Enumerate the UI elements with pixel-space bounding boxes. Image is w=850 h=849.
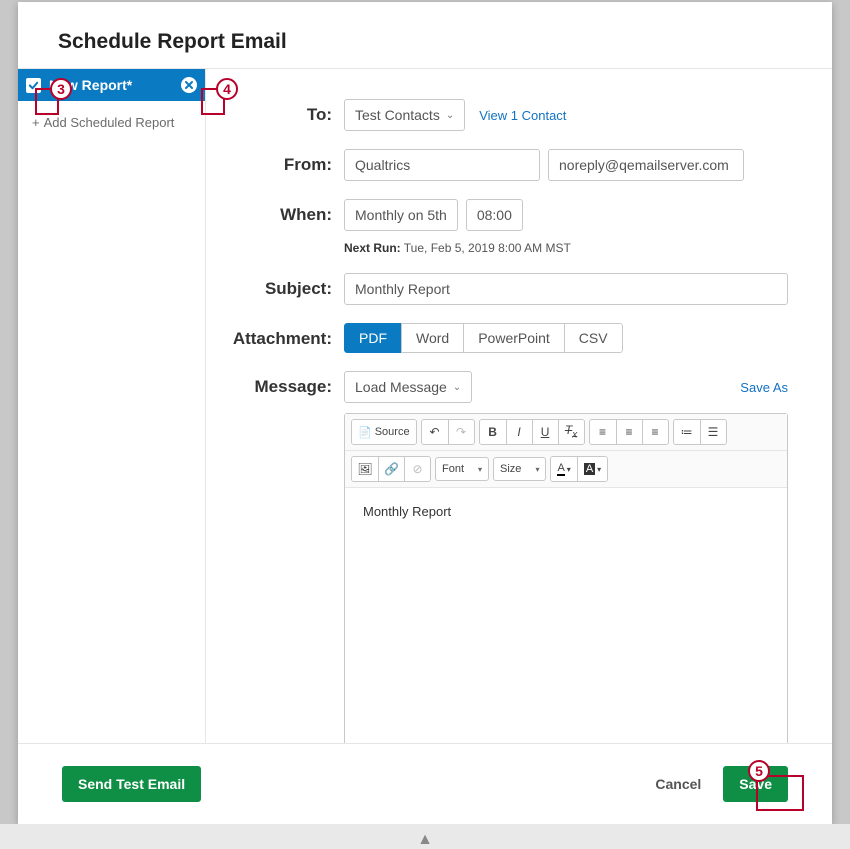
cancel-button[interactable]: Cancel — [639, 766, 717, 802]
close-icon[interactable] — [181, 77, 197, 93]
row-subject: Subject: — [226, 273, 788, 305]
chevron-down-icon: ⌄ — [453, 382, 461, 393]
background-strip: ▲ — [0, 824, 850, 849]
label-message: Message: — [226, 371, 344, 743]
undo-button[interactable]: ↶ — [422, 420, 448, 444]
row-attachment: Attachment: PDF Word PowerPoint CSV — [226, 323, 788, 353]
dialog-body: New Report* + Add Scheduled Report To: Te… — [18, 69, 832, 743]
numbered-list-icon: ≔ — [681, 425, 693, 439]
attachment-powerpoint[interactable]: PowerPoint — [463, 323, 565, 353]
chevron-down-icon: ⌄ — [446, 110, 454, 121]
to-select-value: Test Contacts — [355, 107, 440, 123]
underline-icon: U — [541, 425, 550, 439]
align-left-button[interactable]: ≡ — [590, 420, 616, 444]
label-subject: Subject: — [226, 273, 344, 305]
editor-toolbar-row2: 🖼 🔗 ⊘ Font ▾ Size ▾ — [345, 451, 787, 488]
save-button[interactable]: Save — [723, 766, 788, 802]
from-email-input[interactable] — [548, 149, 744, 181]
source-label: Source — [375, 426, 410, 438]
save-as-link[interactable]: Save As — [740, 380, 788, 395]
row-message: Message: Load Message ⌄ Save As — [226, 371, 788, 743]
link-button[interactable]: 🔗 — [378, 457, 404, 481]
plus-icon: + — [32, 115, 40, 130]
link-icon: 🔗 — [384, 462, 399, 476]
form-area: To: Test Contacts ⌄ View 1 Contact From: — [206, 69, 832, 743]
sidebar: New Report* + Add Scheduled Report — [18, 69, 206, 743]
attachment-pill-group: PDF Word PowerPoint CSV — [344, 323, 623, 353]
bg-color-icon: A — [584, 463, 595, 475]
row-to: To: Test Contacts ⌄ View 1 Contact — [226, 99, 788, 131]
bold-icon: B — [488, 425, 497, 439]
when-frequency-value: Monthly on 5th — [355, 207, 447, 223]
attachment-csv[interactable]: CSV — [564, 323, 623, 353]
chevron-down-icon: ▾ — [535, 465, 539, 474]
view-contacts-link[interactable]: View 1 Contact — [479, 108, 566, 123]
italic-button[interactable]: I — [506, 420, 532, 444]
text-color-icon: A — [557, 462, 564, 476]
modal-dialog: Schedule Report Email New Report* + Add S… — [18, 2, 832, 824]
align-right-button[interactable]: ≡ — [642, 420, 668, 444]
text-color-button[interactable]: A▾ — [551, 457, 576, 481]
add-scheduled-report-button[interactable]: + Add Scheduled Report — [18, 101, 205, 140]
bold-button[interactable]: B — [480, 420, 506, 444]
attachment-word[interactable]: Word — [401, 323, 464, 353]
italic-icon: I — [517, 425, 520, 439]
when-frequency-select[interactable]: Monthly on 5th — [344, 199, 458, 231]
load-message-select[interactable]: Load Message ⌄ — [344, 371, 472, 403]
align-center-button[interactable]: ≡ — [616, 420, 642, 444]
unlink-icon: ⊘ — [412, 462, 422, 476]
label-when: When: — [226, 199, 344, 255]
row-when: When: Monthly on 5th 08:00 Next Run: Tue… — [226, 199, 788, 255]
image-icon: 🖼 — [357, 462, 372, 476]
underline-button[interactable]: U — [532, 420, 558, 444]
report-tab-label: New Report* — [49, 77, 181, 93]
report-tab[interactable]: New Report* — [18, 69, 205, 101]
attachment-pdf[interactable]: PDF — [344, 323, 402, 353]
send-test-email-button[interactable]: Send Test Email — [62, 766, 201, 802]
bullet-list-icon: ☰ — [708, 425, 719, 439]
next-run-value: Tue, Feb 5, 2019 8:00 AM MST — [404, 241, 571, 255]
editor-textarea[interactable]: Monthly Report — [345, 488, 787, 743]
to-select[interactable]: Test Contacts ⌄ — [344, 99, 465, 131]
bullet-list-button[interactable]: ☰ — [700, 420, 726, 444]
source-icon: 📄 — [358, 426, 372, 439]
load-message-label: Load Message — [355, 379, 447, 395]
bg-color-button[interactable]: A▾ — [577, 457, 607, 481]
row-from: From: — [226, 149, 788, 181]
label-from: From: — [226, 149, 344, 181]
subject-input[interactable] — [344, 273, 788, 305]
dialog-title: Schedule Report Email — [18, 2, 832, 68]
align-center-icon: ≡ — [626, 425, 633, 439]
label-attachment: Attachment: — [226, 323, 344, 353]
when-time-value: 08:00 — [477, 207, 512, 223]
editor-toolbar-row1: 📄 Source ↶ ↷ B I U — [345, 414, 787, 451]
align-left-icon: ≡ — [599, 425, 606, 439]
size-select[interactable]: Size ▾ — [493, 457, 546, 481]
warning-icon: ▲ — [417, 831, 433, 849]
next-run-label: Next Run: — [344, 241, 401, 255]
align-right-icon: ≡ — [652, 425, 659, 439]
dialog-footer: Send Test Email Cancel Save — [18, 743, 832, 824]
report-checkbox-icon[interactable] — [26, 78, 41, 93]
add-report-label: Add Scheduled Report — [44, 115, 175, 130]
chevron-down-icon: ▾ — [478, 465, 482, 474]
next-run-text: Next Run: Tue, Feb 5, 2019 8:00 AM MST — [344, 241, 788, 255]
rich-text-editor: 📄 Source ↶ ↷ B I U — [344, 413, 788, 743]
clear-format-button[interactable]: Tx — [558, 420, 584, 444]
source-button[interactable]: 📄 Source — [352, 420, 416, 444]
size-label: Size — [500, 463, 521, 475]
from-name-input[interactable] — [344, 149, 540, 181]
undo-icon: ↶ — [430, 425, 440, 439]
clear-format-icon: Tx — [565, 423, 577, 440]
redo-icon: ↷ — [456, 425, 466, 439]
label-to: To: — [226, 99, 344, 131]
image-button[interactable]: 🖼 — [352, 457, 378, 481]
when-time-select[interactable]: 08:00 — [466, 199, 523, 231]
font-label: Font — [442, 463, 464, 475]
font-select[interactable]: Font ▾ — [435, 457, 489, 481]
numbered-list-button[interactable]: ≔ — [674, 420, 700, 444]
redo-button[interactable]: ↷ — [448, 420, 474, 444]
unlink-button[interactable]: ⊘ — [404, 457, 430, 481]
